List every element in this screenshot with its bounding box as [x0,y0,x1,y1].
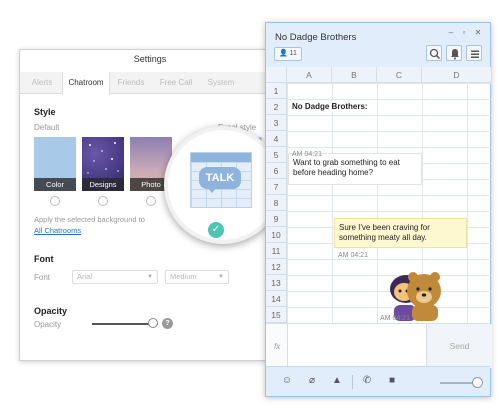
chat-window: No Dadge Brothers – ▫ ✕ 👤 11 A B C D 1 2… [265,22,492,397]
row-header: 8 [266,195,287,211]
column-header-a: A [287,67,332,83]
maximize-icon[interactable]: ▫ [459,28,469,37]
row-header: 9 [266,211,287,227]
row-header: 2 [266,99,287,115]
swatch-color[interactable]: Color [34,137,76,191]
row-header: 13 [266,275,287,291]
radio-photo[interactable] [146,196,156,206]
settings-title: Settings [133,54,167,64]
opacity-label: Opacity [34,320,62,329]
tab-chatroom[interactable]: Chatroom [62,72,110,95]
received-message-time: AM 04:21 [292,151,322,158]
video-call-icon[interactable]: ■ [385,375,399,386]
sent-message-time: AM 04:21 [338,252,368,259]
minimize-icon[interactable]: – [446,28,456,37]
row-header: 5 [266,147,287,163]
column-header-c: C [377,67,422,83]
sender-name: No Dadge Brothers: [292,102,372,112]
row-header: 6 [266,163,287,179]
tab-system[interactable]: System [200,72,242,94]
sent-message-bubble[interactable]: Sure I've been craving for something mea… [334,218,467,248]
style-heading: Style [34,107,56,117]
row-header: 12 [266,259,287,275]
chat-toolbar: ☺ ⌀ ▲ ✆ ■ [266,366,490,396]
menu-button[interactable] [466,45,482,61]
font-family-select[interactable]: Arial ▼ [72,270,158,284]
column-header-d: D [422,67,492,83]
toolbar-divider [352,375,353,389]
font-heading: Font [34,254,54,264]
chevron-down-icon: ▼ [218,274,224,280]
all-chatrooms-link[interactable]: All Chatrooms [34,226,81,235]
row-header: 3 [266,115,287,131]
notification-button[interactable] [446,45,462,61]
corner-cell [266,67,287,83]
row-header: 15 [266,307,287,323]
message-input[interactable] [287,324,426,368]
voice-call-icon[interactable]: ✆ [360,375,374,386]
emoticon-icon[interactable]: ☺ [280,375,294,386]
transparency-slider-knob[interactable] [472,377,483,388]
swatch-color-caption: Color [34,178,76,191]
font-size-select[interactable]: Medium ▼ [165,270,229,284]
row-header: 11 [266,243,287,259]
row-header: 7 [266,179,287,195]
help-icon[interactable]: ? [162,318,173,329]
radio-color[interactable] [50,196,60,206]
row-header: 10 [266,227,287,243]
tab-friends[interactable]: Friends [112,72,150,94]
font-label: Font [34,273,51,282]
close-icon[interactable]: ✕ [473,28,483,37]
row-header: 4 [266,131,287,147]
check-icon: ✓ [208,222,224,238]
search-icon [429,48,441,60]
swatch-designs-caption: Designs [82,178,124,191]
font-size-value: Medium [170,272,197,281]
sticker-time: AM 04:21 [380,315,410,322]
opacity-slider-knob[interactable] [148,318,158,328]
opacity-heading: Opacity [34,306,68,316]
chat-header: No Dadge Brothers – ▫ ✕ 👤 11 [266,23,490,67]
column-header-b: B [332,67,377,83]
image-icon[interactable]: ▲ [330,375,344,386]
person-icon: 👤 [279,50,288,57]
font-family-value: Arial [77,272,93,281]
settings-tabbar: Alerts Chatroom Friends Free Call System [20,72,280,95]
apply-text: Apply the selected background to [34,215,145,224]
fx-label: fx [274,342,281,351]
preview-header-bar [191,153,251,162]
default-label: Default [34,123,60,132]
search-button[interactable] [426,45,442,61]
member-count-badge[interactable]: 👤 11 [274,47,302,61]
member-count: 11 [289,50,297,57]
send-button[interactable]: Send [426,324,492,368]
received-message-text: Want to grab something to eat before hea… [293,158,400,177]
tab-free-call[interactable]: Free Call [154,72,198,94]
tab-alerts[interactable]: Alerts [24,72,60,94]
bell-icon [451,49,459,60]
talk-bubble-icon: TALK [199,167,241,189]
menu-icon [471,50,479,58]
talk-bubble-tail [207,187,217,193]
swatch-designs[interactable]: Designs [82,137,124,191]
radio-designs[interactable] [98,196,108,206]
formula-input-row: fx Send [266,323,492,368]
row-header: 1 [266,83,287,99]
chat-spreadsheet: A B C D 1 2 3 4 5 6 7 8 9 10 11 12 13 14… [266,67,492,323]
sent-message-text: Sure I've been craving for something mea… [339,223,430,242]
row-header: 14 [266,291,287,307]
excel-talk-preview: TALK [190,152,252,208]
chat-title: No Dadge Brothers [275,32,357,43]
attach-file-icon[interactable]: ⌀ [305,375,319,386]
chevron-down-icon: ▼ [147,274,153,280]
